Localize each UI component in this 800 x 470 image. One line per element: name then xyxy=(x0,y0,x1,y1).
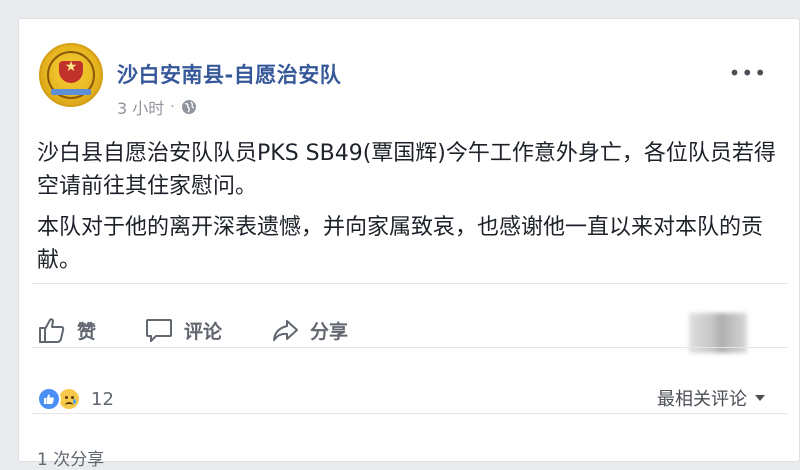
like-button[interactable]: 赞 xyxy=(37,315,96,345)
post-paragraph: 沙白县自愿治安队队员PKS SB49(覃国辉)今午工作意外身亡，各位队员若得空请… xyxy=(37,141,776,199)
share-button[interactable]: 分享 xyxy=(270,315,348,345)
reaction-summary[interactable]: 12 xyxy=(37,387,114,411)
action-bar: 赞 评论 分享 xyxy=(37,315,396,345)
post-meta: 3 小时 · xyxy=(117,95,197,119)
divider xyxy=(31,283,787,284)
like-label: 赞 xyxy=(77,320,97,343)
more-options-button[interactable]: ••• xyxy=(729,61,767,85)
share-count-link[interactable]: 1 次分享 xyxy=(37,445,104,470)
thumbs-up-icon xyxy=(37,315,67,345)
globe-icon xyxy=(181,99,197,115)
comment-label: 评论 xyxy=(184,320,223,343)
post-paragraph: 本队对于他的离开深表遗憾，并向家属致哀，也感谢他一直以来对本队的贡献。 xyxy=(37,215,764,273)
share-label: 分享 xyxy=(310,320,349,343)
page-avatar[interactable]: ★ xyxy=(39,43,103,107)
reaction-count[interactable]: 12 xyxy=(91,389,114,410)
caret-down-icon xyxy=(755,395,765,401)
avatar-emblem-band xyxy=(51,89,91,95)
post-body: 沙白县自愿治安队队员PKS SB49(覃国辉)今午工作意外身亡，各位队员若得空请… xyxy=(37,137,777,285)
avatar-star-icon: ★ xyxy=(64,59,78,75)
comment-sort-dropdown[interactable]: 最相关评论 xyxy=(657,385,765,411)
divider xyxy=(31,347,787,348)
share-icon xyxy=(270,315,300,345)
meta-separator: · xyxy=(170,99,175,115)
comment-icon xyxy=(144,315,174,345)
comment-sort-label: 最相关评论 xyxy=(657,389,747,410)
divider xyxy=(31,413,787,414)
like-reaction-icon xyxy=(37,387,61,411)
comment-button[interactable]: 评论 xyxy=(144,315,222,345)
post-card: ★ 沙白安南县-自愿治安队 3 小时 · ••• 沙白县自愿治安队队员PKS S… xyxy=(18,18,800,470)
page-name-link[interactable]: 沙白安南县-自愿治安队 xyxy=(117,59,341,89)
post-timestamp[interactable]: 3 小时 xyxy=(117,95,164,119)
